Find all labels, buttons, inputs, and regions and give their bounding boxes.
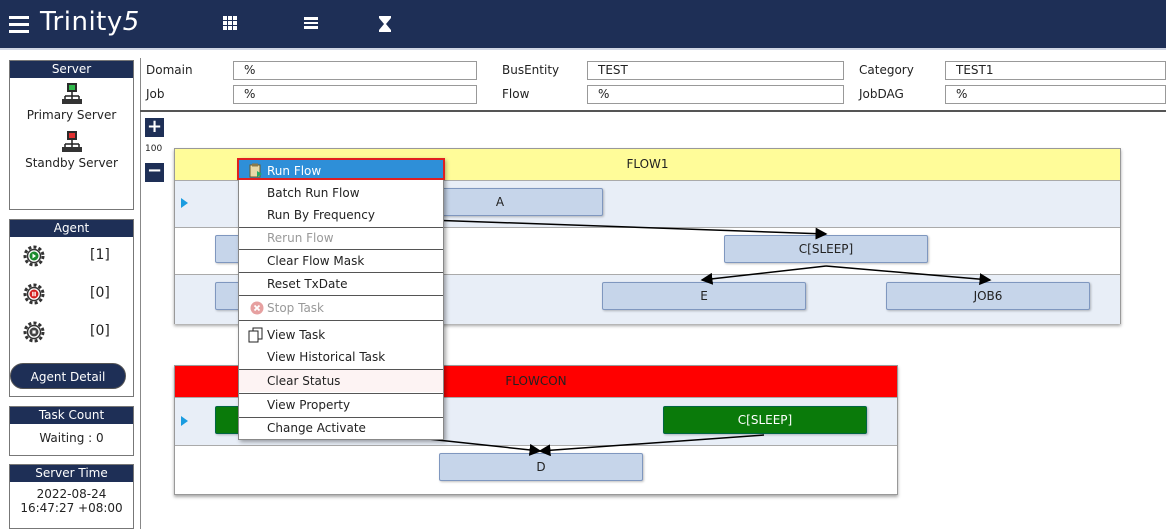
domain-input[interactable]: % <box>233 61 477 80</box>
menu-view-historical-task[interactable]: View Historical Task <box>239 346 443 368</box>
list-icon[interactable] <box>300 15 322 35</box>
standby-server-label[interactable]: Standby Server <box>10 156 133 170</box>
server-time-date: 2022-08-24 <box>36 487 107 501</box>
menu-run-flow[interactable]: Run Flow <box>237 158 445 180</box>
hamburger-menu-icon[interactable] <box>9 16 29 33</box>
flowcon-job-c-sleep[interactable]: C[SLEEP] <box>663 406 867 434</box>
menu-run-by-frequency[interactable]: Run By Frequency <box>239 204 443 226</box>
menu-clear-status[interactable]: Clear Status <box>239 370 443 392</box>
flow-label: Flow <box>502 87 530 101</box>
menu-rerun-flow[interactable]: Rerun Flow <box>239 227 443 249</box>
copy-icon <box>248 327 263 343</box>
primary-server-icon <box>61 82 83 106</box>
panel-divider <box>140 58 141 529</box>
filter-divider <box>140 110 1166 112</box>
task-count-waiting: Waiting : 0 <box>39 431 104 445</box>
standby-server-icon <box>61 130 83 154</box>
top-bar: Trinity5 <box>0 0 1166 50</box>
stop-icon <box>250 301 264 315</box>
category-input[interactable]: TEST1 <box>945 61 1166 80</box>
menu-separator <box>239 320 443 321</box>
agent-running-count: [1] <box>90 247 110 263</box>
menu-view-task[interactable]: View Task <box>239 324 443 346</box>
menu-separator <box>239 295 443 296</box>
menu-clear-flow-mask[interactable]: Clear Flow Mask <box>239 250 443 272</box>
server-time-clock: 16:47:27 +08:00 <box>20 501 123 515</box>
busentity-label: BusEntity <box>502 63 560 77</box>
domain-label: Domain <box>146 63 193 77</box>
menu-batch-run-flow[interactable]: Batch Run Flow <box>239 182 443 204</box>
server-panel: Server Primary Server Standby Server <box>9 60 134 210</box>
clipboard-icon <box>249 163 262 178</box>
agent-detail-button[interactable]: Agent Detail <box>10 363 126 389</box>
busentity-input[interactable]: TEST <box>587 61 844 80</box>
agent-idle-count: [0] <box>90 323 110 339</box>
jobdag-input[interactable]: % <box>945 85 1166 104</box>
server-time-header: Server Time <box>10 465 133 482</box>
context-menu: Run Flow Batch Run Flow Run By Frequency… <box>237 158 445 440</box>
menu-change-activate[interactable]: Change Activate <box>239 417 443 439</box>
flowcon-expand-icon[interactable] <box>181 416 188 426</box>
agent-running-row[interactable]: [1] <box>10 237 133 275</box>
menu-reset-txdate[interactable]: Reset TxDate <box>239 273 443 295</box>
task-count-header: Task Count <box>10 407 133 424</box>
primary-server-label[interactable]: Primary Server <box>10 108 133 122</box>
agent-idle-row[interactable]: [0] <box>10 313 133 351</box>
job-label: Job <box>146 87 165 101</box>
agent-running-gear-icon <box>23 245 45 267</box>
app-logo: Trinity5 <box>40 7 140 37</box>
category-label: Category <box>859 63 914 77</box>
zoom-in-button[interactable]: + <box>145 118 164 137</box>
menu-view-property[interactable]: View Property <box>239 394 443 416</box>
flow1-job-c-sleep[interactable]: C[SLEEP] <box>724 235 928 263</box>
agent-stopped-gear-icon <box>23 283 45 305</box>
hourglass-icon[interactable] <box>374 15 396 35</box>
flow1-expand-icon[interactable] <box>181 198 188 208</box>
agent-idle-gear-icon <box>23 321 45 343</box>
flow1-job-e[interactable]: E <box>602 282 806 310</box>
grid-icon[interactable] <box>219 15 241 35</box>
job-input[interactable]: % <box>233 85 477 104</box>
jobdag-label: JobDAG <box>859 87 904 101</box>
flow-input[interactable]: % <box>587 85 844 104</box>
flowcon-job-d[interactable]: D <box>439 453 643 481</box>
server-time-panel: Server Time 2022-08-24 16:47:27 +08:00 <box>9 464 134 529</box>
task-count-panel: Task Count Waiting : 0 <box>9 406 134 456</box>
agent-stopped-count: [0] <box>90 285 110 301</box>
server-header: Server <box>10 61 133 78</box>
agent-stopped-row[interactable]: [0] <box>10 275 133 313</box>
zoom-out-button[interactable]: − <box>145 162 164 182</box>
flow1-job-job6[interactable]: JOB6 <box>886 282 1090 310</box>
menu-stop-task[interactable]: Stop Task <box>239 297 443 319</box>
agent-header: Agent <box>10 220 133 237</box>
zoom-level: 100 <box>145 144 163 154</box>
